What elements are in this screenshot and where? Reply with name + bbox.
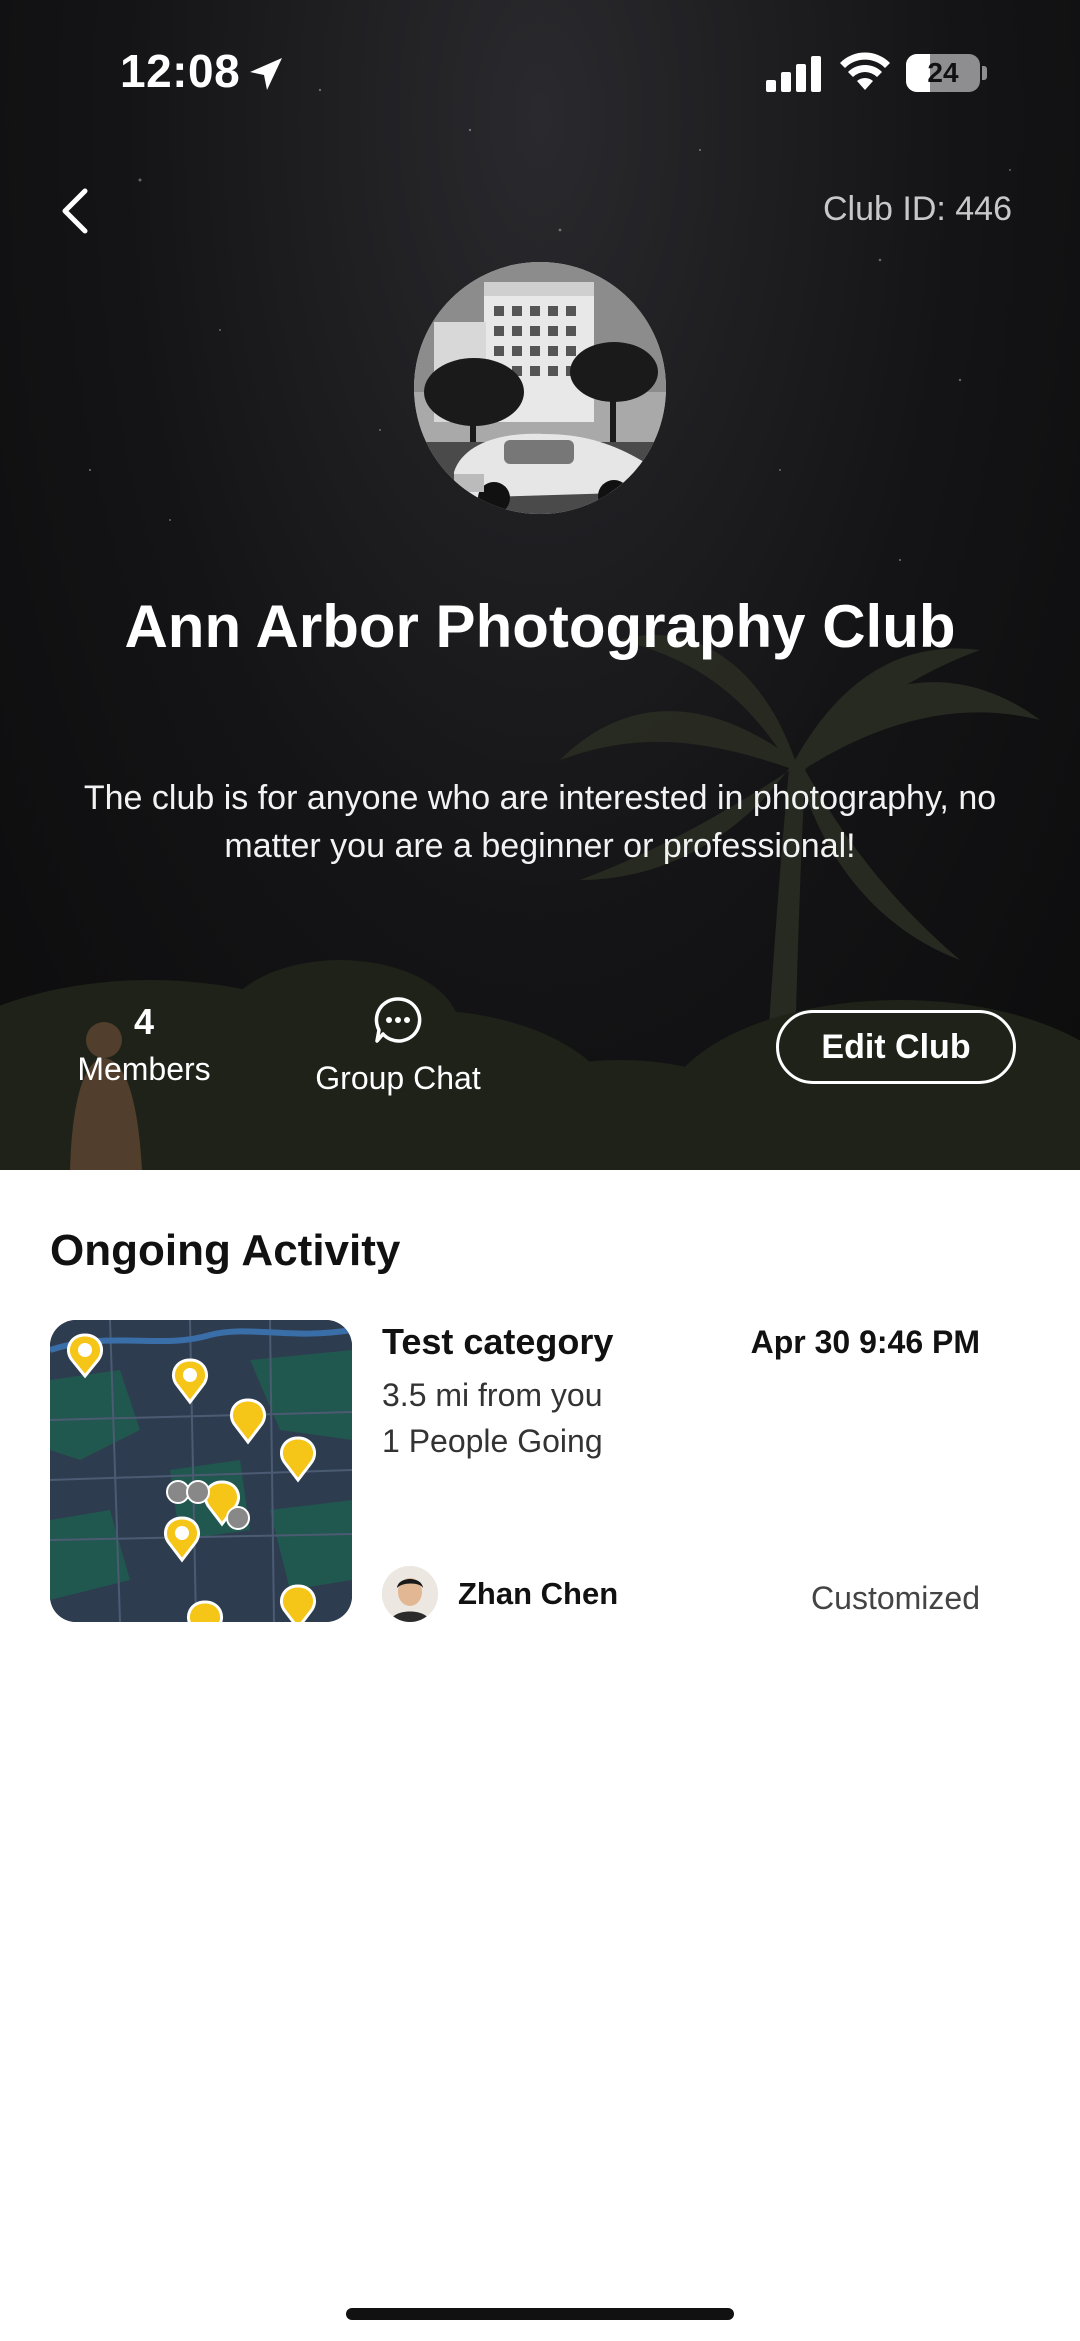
activity-distance: 3.5 mi from you — [382, 1377, 603, 1413]
status-bar: 12:08 24 — [0, 0, 1080, 140]
map-image — [50, 1320, 352, 1622]
activity-map-thumbnail — [50, 1320, 352, 1622]
chevron-left-icon — [62, 188, 88, 234]
edit-club-button[interactable]: Edit Club — [776, 1010, 1016, 1084]
activity-people-going: 1 People Going — [382, 1423, 603, 1459]
members-count: 4 — [133, 1001, 155, 1042]
battery-icon: 24 — [906, 54, 980, 92]
club-name: Ann Arbor Photography Club — [124, 593, 956, 660]
activity-datetime: Apr 30 9:46 PM — [750, 1324, 980, 1360]
cellular-signal-icon — [766, 56, 821, 92]
activity-category: Test category — [382, 1321, 614, 1362]
club-avatar — [414, 262, 666, 514]
battery-nub — [982, 66, 987, 80]
status-time: 12:08 — [120, 45, 241, 97]
club-hero: 12:08 24 Club ID: 446 Ann Arbor Photogra… — [0, 0, 1080, 1170]
home-indicator[interactable] — [346, 2308, 734, 2320]
location-arrow-icon — [250, 58, 282, 90]
members-stat[interactable]: 4 Members — [64, 998, 224, 1092]
club-avatar-photo — [414, 262, 666, 514]
host-avatar-image — [382, 1566, 438, 1622]
activity-type: Customized — [811, 1580, 980, 1616]
club-description: The club is for anyone who are intereste… — [83, 779, 997, 865]
group-chat-button[interactable]: Group Chat — [300, 996, 496, 1101]
hero-background-image — [0, 88, 1080, 1170]
host-avatar — [382, 1566, 438, 1622]
club-id: Club ID: 446 — [823, 190, 1012, 228]
members-label: Members — [77, 1051, 211, 1087]
chat-bubble-icon — [374, 997, 422, 1043]
group-chat-label: Group Chat — [315, 1060, 481, 1096]
host-name: Zhan Chen — [458, 1576, 619, 1611]
activity-card[interactable]: Test category Apr 30 9:46 PM 3.5 mi from… — [50, 1320, 1030, 1622]
section-title-ongoing: Ongoing Activity — [50, 1226, 401, 1275]
battery-level: 24 — [927, 57, 959, 88]
wifi-icon — [840, 52, 890, 90]
back-button[interactable] — [44, 176, 104, 246]
